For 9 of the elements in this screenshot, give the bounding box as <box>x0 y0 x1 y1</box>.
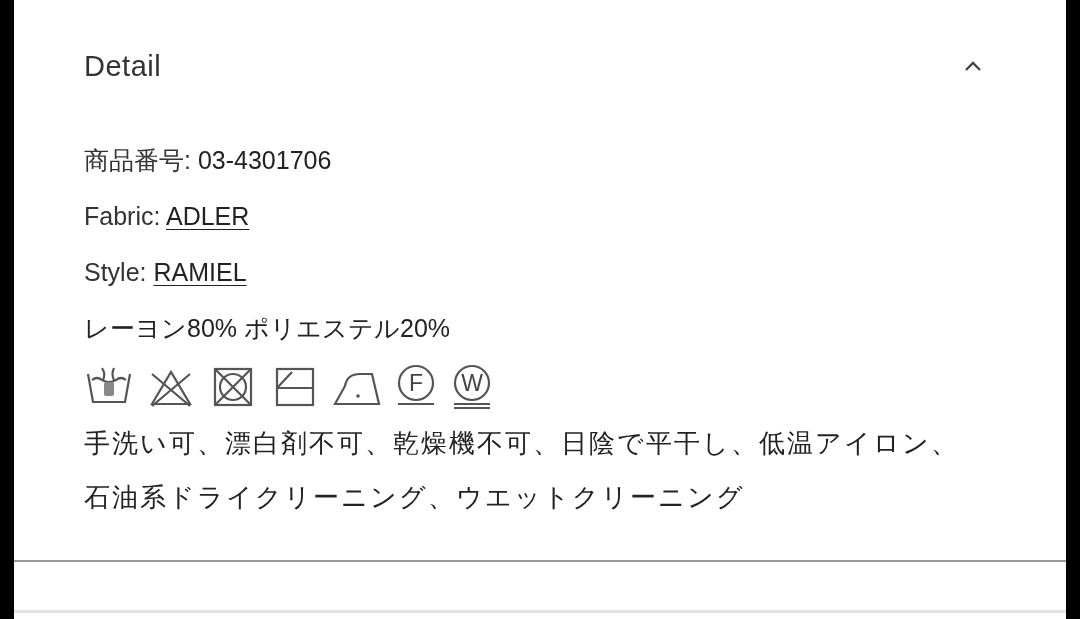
spec-label: Style: <box>84 258 148 286</box>
spec-label: Fabric: <box>84 202 162 230</box>
section-title: Detail <box>84 49 162 83</box>
care-instructions: 手洗い可、漂白剤不可、乾燥機不可、日陰で平干し、低温アイロン、石油系ドライクリーニング、ウエットクリーニング <box>84 427 960 514</box>
spec-label: 商品番号: <box>84 146 192 174</box>
composition-text: レーヨン80% ポリエステル20% <box>84 314 451 342</box>
spec-link[interactable]: ADLER <box>166 202 250 230</box>
spec-link[interactable]: RAMIEL <box>153 258 247 286</box>
spec-value: 03-4301706 <box>197 146 332 174</box>
